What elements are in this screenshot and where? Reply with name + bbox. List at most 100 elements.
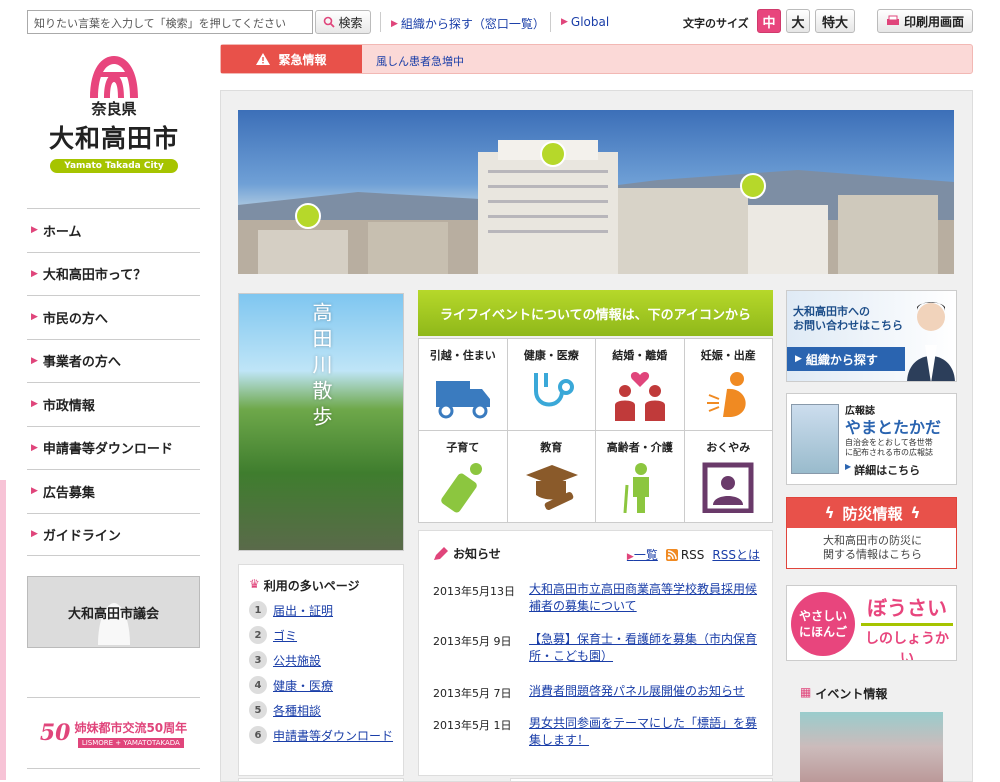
- popular-item[interactable]: 3 公共施設: [249, 651, 321, 669]
- org-link-label: 組織から探す（窓口一覧）: [400, 17, 545, 31]
- pencil-icon: [434, 546, 448, 560]
- staff-person-icon: [907, 302, 955, 381]
- font-size-large-button[interactable]: 大: [786, 9, 810, 33]
- nav-item-downloads[interactable]: ▶ 申請書等ダウンロード: [27, 425, 200, 470]
- rank-icon: 5: [249, 701, 267, 719]
- font-size-label: 文字のサイズ: [683, 17, 749, 30]
- nav-label: ホーム: [42, 224, 82, 240]
- arrow-icon: ▶: [31, 312, 38, 323]
- emergency-message-link[interactable]: 風しん患者急増中: [376, 53, 464, 69]
- arrow-icon: ▶: [391, 18, 398, 29]
- popular-link[interactable]: 申請書等ダウンロード: [273, 727, 393, 744]
- inquiry-button-label: 組織から探す: [805, 352, 878, 367]
- bottom-box: [510, 778, 773, 782]
- life-event-label: 結婚・離婚: [612, 349, 668, 362]
- search-button[interactable]: 検索: [315, 10, 371, 34]
- baby-bottle-icon: [440, 463, 482, 513]
- warning-icon: [256, 53, 271, 65]
- popular-link[interactable]: 健康・医療: [273, 677, 333, 694]
- life-event-health[interactable]: 健康・医療: [507, 339, 595, 430]
- events-heading: ▦ イベント情報: [800, 685, 887, 702]
- font-size-xlarge-button[interactable]: 特大: [815, 9, 855, 33]
- global-link[interactable]: ▶ Global: [561, 15, 609, 29]
- side-decoration: [0, 480, 6, 780]
- arrow-icon: ▶: [31, 268, 38, 279]
- disaster-title: 防災情報: [842, 504, 903, 523]
- rss-feed[interactable]: RSS: [665, 548, 704, 562]
- popular-item[interactable]: 6 申請書等ダウンロード: [249, 726, 393, 744]
- nav-item-business[interactable]: ▶ 事業者の方へ: [27, 338, 200, 383]
- arrow-icon: ▶: [31, 225, 38, 236]
- pr-magazine-banner[interactable]: 広報誌 やまとたかだ 自治会をとおして各世帯 に配布される市の広報誌 ▶ 詳細はこ…: [786, 393, 957, 485]
- memorial-portrait-icon: [702, 462, 754, 513]
- city-english-name: Yamato Takada City: [50, 159, 178, 173]
- takada-river-walk-banner[interactable]: 高田川散歩: [238, 293, 404, 551]
- life-event-marriage[interactable]: 結婚・離婚: [596, 339, 684, 430]
- disaster-desc2: 関する情報はこちら: [823, 548, 922, 561]
- nav-item-guidelines[interactable]: ▶ ガイドライン: [27, 512, 200, 556]
- rank-icon: 4: [249, 676, 267, 694]
- popular-link[interactable]: ゴミ: [273, 627, 297, 644]
- easy-left2: にほんご: [798, 625, 847, 639]
- nav-label: 大和高田市って？: [42, 268, 147, 284]
- popular-item[interactable]: 1 届出・証明: [249, 601, 333, 619]
- news-panel: お知らせ ▶一覧 RSS RSSとは 2013年5月13日 大和高田市立高田商業高…: [418, 530, 773, 776]
- life-events-heading: ライフイベントについての情報は、下のアイコンから: [418, 290, 773, 336]
- divider: [380, 12, 381, 32]
- easy-japanese-disaster-banner[interactable]: やさしい にほんご ぼうさい しのしょうかい: [786, 585, 957, 661]
- city-emblem-icon: [90, 56, 138, 98]
- arrow-icon: ▶: [31, 442, 38, 453]
- nav-item-home[interactable]: ▶ ホーム: [27, 208, 200, 252]
- nav-item-about[interactable]: ▶ 大和高田市って？: [27, 251, 200, 296]
- disaster-info-banner[interactable]: ϟ 防災情報 ϟ 大和高田市の防災に 関する情報はこちら: [786, 497, 957, 569]
- global-link-label: Global: [570, 15, 610, 29]
- search-input[interactable]: 知りたい言葉を入力して「検索」を押してください: [27, 10, 313, 34]
- news-title-link[interactable]: 男女共同参画をテーマにした「標語」を募集します！: [529, 715, 763, 749]
- news-title-link[interactable]: 大和高田市立高田商業高等学校教員採用候補者の募集について: [529, 581, 763, 615]
- life-event-pregnancy[interactable]: 妊娠・出産: [684, 339, 772, 430]
- life-event-condolence[interactable]: おくやみ: [684, 431, 772, 522]
- life-event-elderly-care[interactable]: 高齢者・介護: [596, 431, 684, 522]
- life-event-moving[interactable]: 引越・住まい: [419, 339, 507, 430]
- org-link[interactable]: ▶ 組織から探す（窓口一覧）: [391, 15, 545, 32]
- news-title-link[interactable]: 【急募】保育士・看護師を募集（市内保育所・こども園）: [529, 631, 763, 665]
- city-council-banner[interactable]: 大和高田市議会: [27, 576, 200, 648]
- news-title-link[interactable]: 消費者問題啓発パネル展開催のお知らせ: [529, 683, 763, 700]
- printer-icon: [886, 15, 899, 25]
- pr-more-label: 詳細はこちら: [854, 464, 921, 477]
- nav-item-citizens[interactable]: ▶ 市民の方へ: [27, 295, 200, 339]
- inquiry-banner[interactable]: 大和高田市への お問い合わせはこちら ▶ 組織から探す: [786, 290, 957, 382]
- nav-label: 市民の方へ: [42, 311, 108, 327]
- arrow-icon: ▶: [31, 355, 38, 366]
- popular-heading: ♛ 利用の多いページ: [249, 577, 360, 594]
- nav-item-ads[interactable]: ▶ 広告募集: [27, 469, 200, 513]
- city-logo[interactable]: 奈良県 大和高田市 Yamato Takada City: [28, 52, 200, 192]
- easy-right2: しのしょうかい: [865, 631, 949, 661]
- divider: [861, 623, 953, 626]
- events-heading-text: イベント情報: [815, 687, 888, 701]
- news-heading-text: お知らせ: [453, 547, 501, 561]
- magazine-cover-image: [791, 404, 839, 474]
- font-size-medium-button[interactable]: 中: [757, 9, 781, 33]
- popular-item[interactable]: 5 各種相談: [249, 701, 321, 719]
- life-event-label: 子育て: [446, 441, 480, 454]
- popular-link[interactable]: 公共施設: [273, 652, 321, 669]
- news-list-link[interactable]: ▶一覧: [627, 546, 658, 563]
- life-event-childcare[interactable]: 子育て: [419, 431, 507, 522]
- sister-city-sub: LISMORE + YAMATOTAKADA: [77, 737, 184, 748]
- popular-link[interactable]: 各種相談: [273, 702, 321, 719]
- print-button[interactable]: 印刷用画面: [877, 9, 973, 33]
- pr-desc1: 自治会をとおして各世帯: [845, 438, 933, 447]
- popular-link[interactable]: 届出・証明: [273, 602, 333, 619]
- arrow-icon: ▶: [31, 529, 38, 540]
- news-heading: お知らせ: [433, 545, 501, 562]
- search-button-label: 検索: [338, 15, 363, 30]
- sister-city-banner[interactable]: 50 姉妹都市交流50周年 LISMORE + YAMATOTAKADA: [27, 697, 200, 769]
- popular-item[interactable]: 4 健康・医療: [249, 676, 333, 694]
- nav-item-municipal[interactable]: ▶ 市政情報: [27, 382, 200, 426]
- popular-item[interactable]: 2 ゴミ: [249, 626, 297, 644]
- event-photo[interactable]: [800, 712, 943, 782]
- nav-label: 事業者の方へ: [42, 355, 121, 371]
- rss-about-link[interactable]: RSSとは: [712, 546, 760, 563]
- life-event-education[interactable]: 教育: [507, 431, 595, 522]
